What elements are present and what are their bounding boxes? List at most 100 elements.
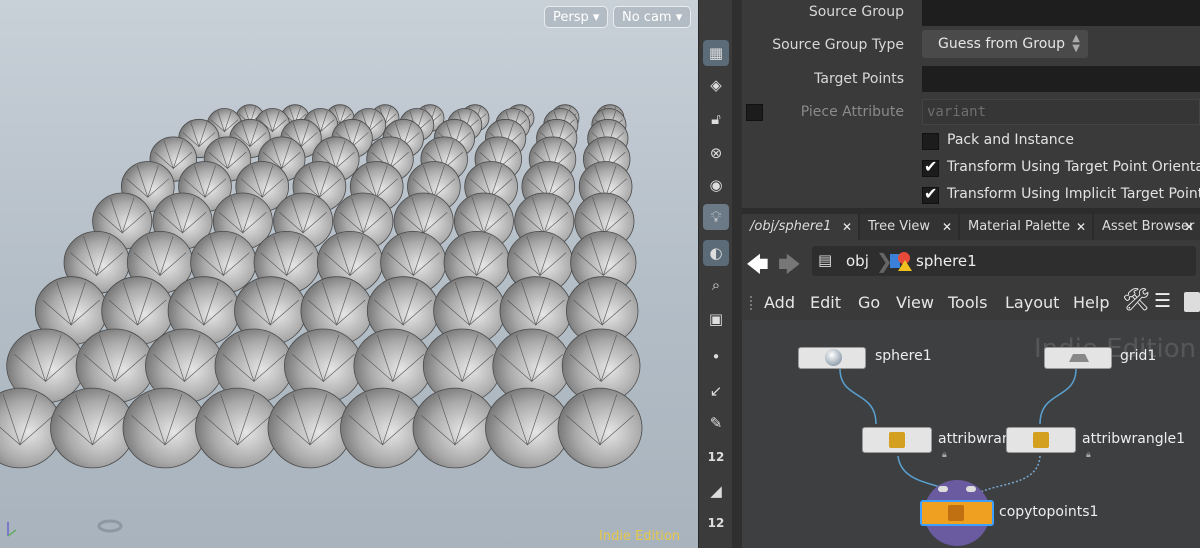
grid-node[interactable] [1044,347,1112,369]
3d-viewport[interactable]: Persp ▾ No cam ▾ Indie Edition [0,0,698,548]
render-icon[interactable]: ◐ [703,240,729,266]
menu-layout[interactable]: Layout [1005,293,1059,312]
checkmark-icon: ✔ [924,184,938,203]
sphere-instance [340,387,425,469]
sphere-instance [50,387,135,469]
grid-icon [1069,354,1089,362]
orient-label: Transform Using Target Point Orientatio [947,159,1200,175]
sphere-instance [195,387,280,469]
sphere-node[interactable] [798,347,866,369]
view-icon[interactable]: ◉ [703,172,729,198]
pen-icon[interactable]: ✎ [703,410,729,436]
menu-view[interactable]: View [896,293,934,312]
point-size-icon-2[interactable]: 12 [703,510,729,536]
origin-marker-icon [97,519,123,533]
sphere-instance [267,387,353,469]
source-group-label: Source Group [808,4,904,20]
target-points-field[interactable] [922,66,1200,92]
sphere-instance [485,387,570,469]
close-icon[interactable]: ✕ [1076,214,1086,240]
attribwrangle-node[interactable] [862,427,932,453]
dot-icon[interactable]: • [703,344,729,370]
point-size-icon[interactable]: 12 [703,444,729,470]
path-bar: 🡄︎ 🡆︎ ▤ obj ❯ sphere1 [742,240,1200,285]
copy-icon [948,505,964,521]
grip-icon [750,296,754,310]
tab-asset-browser[interactable]: Asset Browser ✕ [1094,214,1200,240]
sphere-instance [122,387,208,469]
lock-icon: 🔒︎ [1086,450,1091,460]
list-view-icon[interactable] [1184,292,1200,312]
menu-tools[interactable]: Tools [948,293,987,312]
tools-wrench-icon[interactable]: 🛠︎ [1122,288,1150,313]
forward-arrow-icon[interactable]: 🡆︎ [778,248,801,286]
pack-instance-label: Pack and Instance [947,132,1074,148]
menu-go[interactable]: Go [858,293,880,312]
attribwrangle1-node-label: attribwrangle1 [1082,431,1186,447]
light-icon[interactable]: 💡︎ [703,204,729,230]
sphere-grid-render [0,104,643,469]
implicit-label: Transform Using Implicit Target Point N [947,186,1200,202]
network-editor[interactable]: Indie Edition sphere1 grid1 attribwran 🔒… [742,320,1200,548]
menu-add[interactable]: Add [764,293,795,312]
piece-attribute-field: variant [922,99,1200,125]
camera-alt-icon[interactable]: ▣ [703,306,729,332]
target-points-label: Target Points [814,71,904,87]
spinner-icon: ▲ ▼ [1072,33,1080,54]
close-icon[interactable]: ✕ [1184,214,1194,240]
back-arrow-icon[interactable]: 🡄︎ [746,248,769,286]
input-connector [938,486,948,492]
tab-label: Tree View [868,219,931,234]
parameter-pane: Source Group Source Group Type Guess fro… [742,0,1200,208]
menu-edit[interactable]: Edit [810,293,841,312]
orient-checkbox[interactable]: ✔ [922,157,939,177]
snap-icon[interactable]: ◈ [703,72,729,98]
sphere-node-label: sphere1 [875,348,932,364]
attribwrangle-node-label: attribwran [938,431,1011,447]
checkmark-icon: ✔ [924,157,938,176]
tab-label: Material Palette [968,219,1070,234]
brush-icon[interactable]: ↙ [703,378,729,404]
source-group-field[interactable] [922,0,1200,26]
lock-icon: 🔒︎ [942,450,947,460]
menu-help[interactable]: Help [1073,293,1109,312]
camera-menu-button[interactable]: No cam ▾ [613,6,692,28]
camera-icon[interactable]: ⌕ [703,272,729,298]
source-group-type-label: Source Group Type [772,37,904,53]
source-group-type-select[interactable]: Guess from Group ▲ ▼ [922,30,1088,58]
attribwrangle1-node[interactable] [1006,427,1076,453]
tab-label: /obj/sphere1 [750,219,832,234]
breadcrumb-obj[interactable]: obj [846,252,869,270]
close-icon[interactable]: ✕ [842,214,852,240]
wrangle-icon [1033,432,1049,448]
tab-bar: /obj/sphere1 ✕ Tree View ✕ Material Palett… [742,214,1200,240]
network-menu-bar: Add Edit Go View Tools Layout Help 🛠︎ ☰ [742,284,1200,320]
obj-icon: ▤ [818,251,833,269]
display-options-icon[interactable]: ▦ [703,40,729,66]
axis-icon [7,522,17,537]
lock-icon[interactable]: 🔓︎ [703,106,729,132]
breadcrumb-node[interactable]: sphere1 [916,252,977,270]
implicit-checkbox[interactable]: ✔ [922,184,939,204]
wrangle-icon [889,432,905,448]
tab-network[interactable]: /obj/sphere1 ✕ [742,214,858,240]
tab-tree-view[interactable]: Tree View ✕ [860,214,958,240]
close-icon[interactable]: ✕ [942,214,952,240]
geometry-icon [890,250,912,272]
pane-divider[interactable] [732,0,742,548]
tab-label: Asset Browser [1102,219,1195,234]
sphere-icon [825,349,842,366]
grid-node-label: grid1 [1120,348,1157,364]
viewport-toolbar: ▦ ◈ 🔓︎ ⊗ ◉ 💡︎ ◐ ⌕ ▣ • ↙ ✎ 12 ◢ 12 [698,0,733,548]
sphere-instance [412,387,498,469]
tab-material-palette[interactable]: Material Palette ✕ [960,214,1092,240]
dimension-icon[interactable]: ◢ [703,478,729,504]
persp-menu-button[interactable]: Persp ▾ [544,6,609,28]
tree-list-icon[interactable]: ☰ [1154,290,1171,312]
copytopoints-node-label: copytopoints1 [999,504,1099,520]
copytopoints-node[interactable] [920,500,994,526]
sphere-instance [557,387,643,469]
ghost-icon[interactable]: ⊗ [703,140,729,166]
input-connector [966,486,976,492]
pack-instance-checkbox[interactable] [922,133,939,150]
